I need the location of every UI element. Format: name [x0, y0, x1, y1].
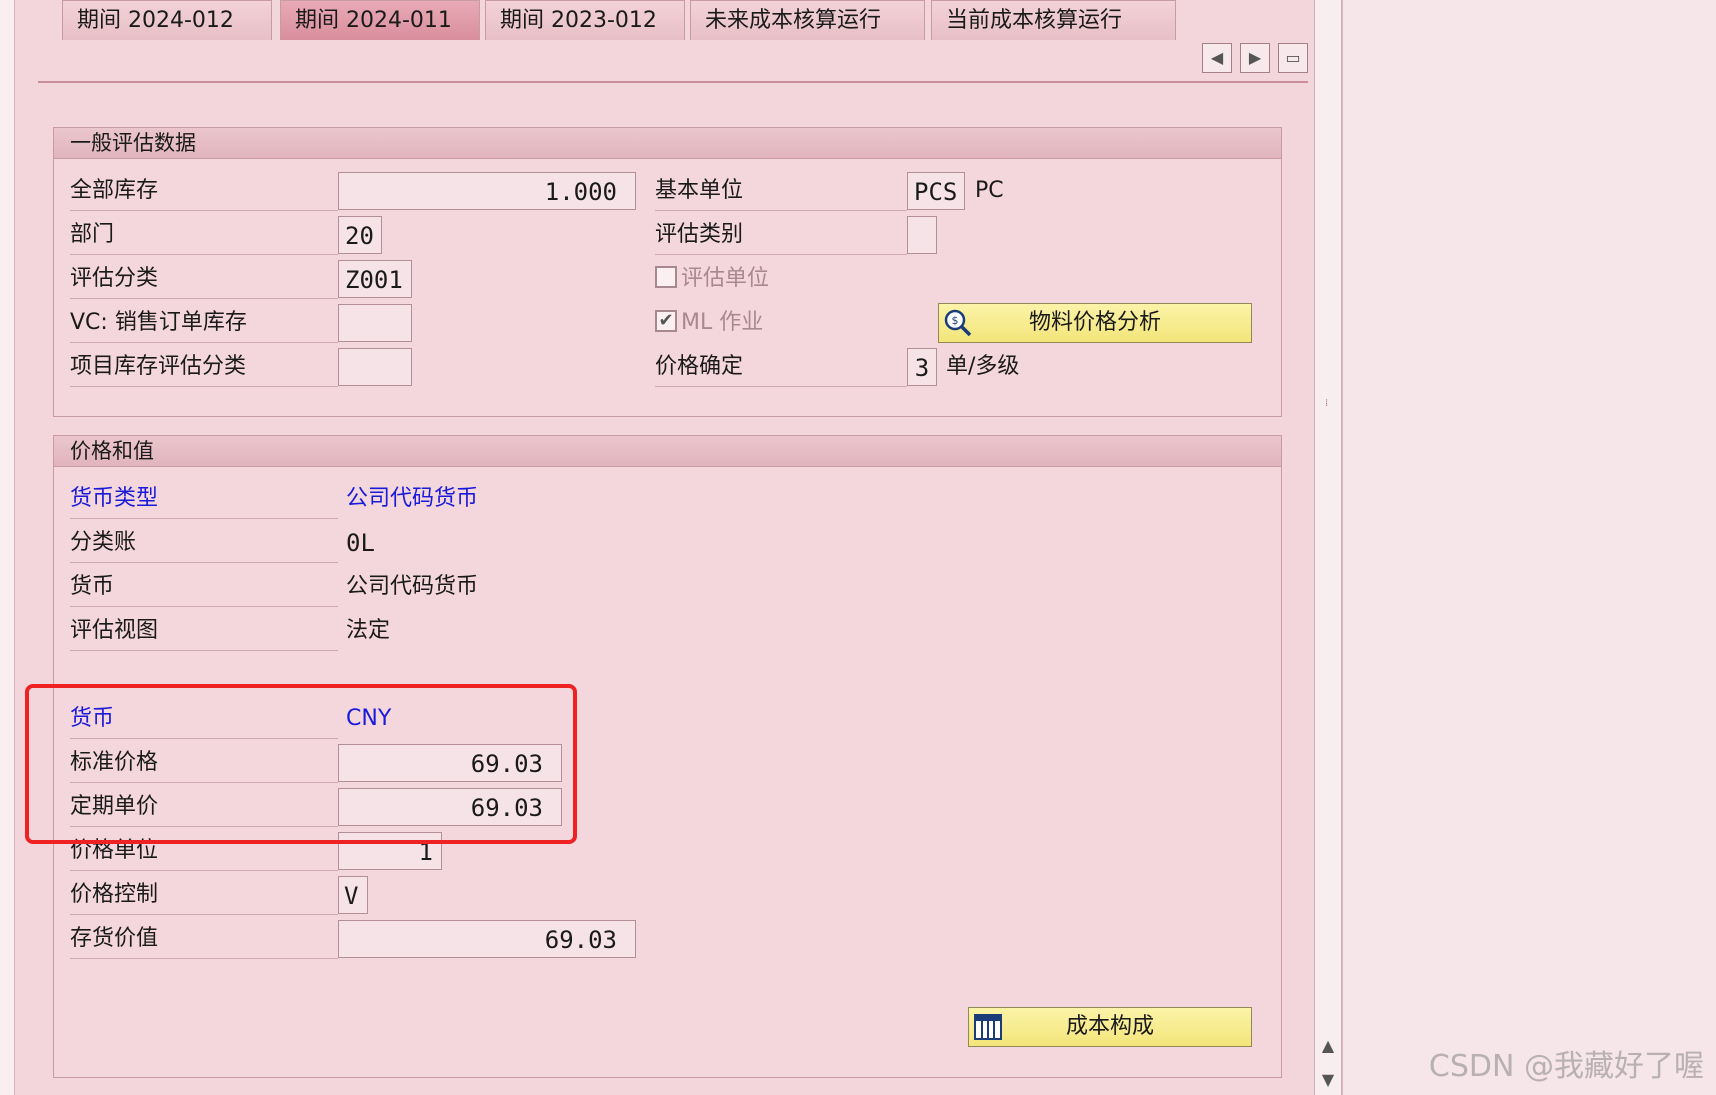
valuated-unit-row[interactable]: 评估单位 — [655, 259, 769, 299]
valuation-class-field[interactable]: Z001 — [338, 260, 412, 298]
tab-future-costing-run[interactable]: 未来成本核算运行 — [690, 0, 925, 40]
tab-period-2024-012[interactable]: 期间 2024-012 — [62, 0, 272, 40]
scroll-left-icon[interactable]: ◀ — [1202, 43, 1232, 73]
scroll-up-icon[interactable]: ▲ — [1318, 1036, 1338, 1056]
vc-sales-order-stock-label: VC: 销售订单库存 — [70, 303, 338, 343]
valuation-view-label: 评估视图 — [70, 611, 338, 651]
project-stock-class-field[interactable] — [338, 348, 412, 386]
valuated-unit-checkbox[interactable] — [655, 266, 677, 288]
vc-sales-order-stock-field[interactable] — [338, 304, 412, 342]
tab-period-2024-011[interactable]: 期间 2024-011 — [280, 0, 480, 40]
cost-component-button[interactable]: 成本构成 — [968, 1007, 1252, 1047]
right-area — [1342, 0, 1716, 1095]
currency-label: 货币 — [70, 567, 338, 607]
group-title-general: 一般评估数据 — [54, 128, 1281, 159]
tab-current-costing-run[interactable]: 当前成本核算运行 — [931, 0, 1176, 40]
table-icon — [974, 1014, 1002, 1040]
scroll-right-icon[interactable]: ▶ — [1240, 43, 1270, 73]
material-price-analysis-label: 物料价格分析 — [1028, 310, 1161, 335]
valuated-unit-label: 评估单位 — [681, 266, 770, 291]
ledger-value: 0L — [346, 529, 375, 557]
base-unit-text: PC — [975, 178, 1004, 203]
total-stock-field[interactable]: 1.000 — [338, 172, 636, 210]
price-control-label: 价格控制 — [70, 875, 338, 915]
watermark: CSDN @我藏好了喔 — [1428, 1049, 1704, 1084]
highlight-box — [25, 684, 577, 844]
valuation-view-value: 法定 — [346, 618, 391, 643]
vertical-scrollbar[interactable] — [1314, 0, 1342, 1095]
valuation-category-field[interactable] — [907, 216, 937, 254]
ml-activity-label: ML 作业 — [681, 310, 764, 335]
division-label: 部门 — [70, 215, 338, 255]
price-analysis-icon: $ — [944, 309, 972, 337]
tab-list-icon[interactable]: ▭ — [1278, 43, 1308, 73]
ml-activity-checkbox[interactable]: ✔ — [655, 310, 677, 332]
total-stock-label: 全部库存 — [70, 171, 338, 211]
project-stock-class-label: 项目库存评估分类 — [70, 347, 338, 387]
currency-type-value[interactable]: 公司代码货币 — [346, 479, 478, 519]
price-determination-text: 单/多级 — [946, 354, 1020, 379]
svg-text:$: $ — [952, 314, 959, 327]
valuation-category-label: 评估类别 — [655, 215, 907, 255]
ledger-label: 分类账 — [70, 523, 338, 563]
scroll-down-icon[interactable]: ▼ — [1318, 1070, 1338, 1090]
inventory-value-label: 存货价值 — [70, 919, 338, 959]
cost-component-label: 成本构成 — [1065, 1014, 1154, 1039]
inventory-value-field[interactable]: 69.03 — [338, 920, 636, 958]
tab-period-2023-012[interactable]: 期间 2023-012 — [485, 0, 685, 40]
base-unit-label: 基本单位 — [655, 171, 907, 211]
valuation-class-label: 评估分类 — [70, 259, 338, 299]
left-strip — [0, 0, 15, 1095]
price-control-field[interactable]: V — [338, 876, 368, 914]
price-determination-field[interactable]: 3 — [907, 348, 937, 386]
ml-activity-row[interactable]: ✔ ML 作业 — [655, 303, 763, 343]
price-determination-label: 价格确定 — [655, 347, 907, 387]
tab-underline — [38, 81, 1308, 83]
splitter-grip-icon[interactable]: ⁞ — [1325, 399, 1328, 409]
currency-type-label[interactable]: 货币类型 — [70, 479, 338, 519]
currency-value: 公司代码货币 — [346, 574, 479, 599]
division-field[interactable]: 20 — [338, 216, 382, 254]
base-unit-field[interactable]: PCS — [907, 172, 965, 210]
material-price-analysis-button[interactable]: $ 物料价格分析 — [938, 303, 1252, 343]
group-title-prices: 价格和值 — [54, 436, 1281, 467]
